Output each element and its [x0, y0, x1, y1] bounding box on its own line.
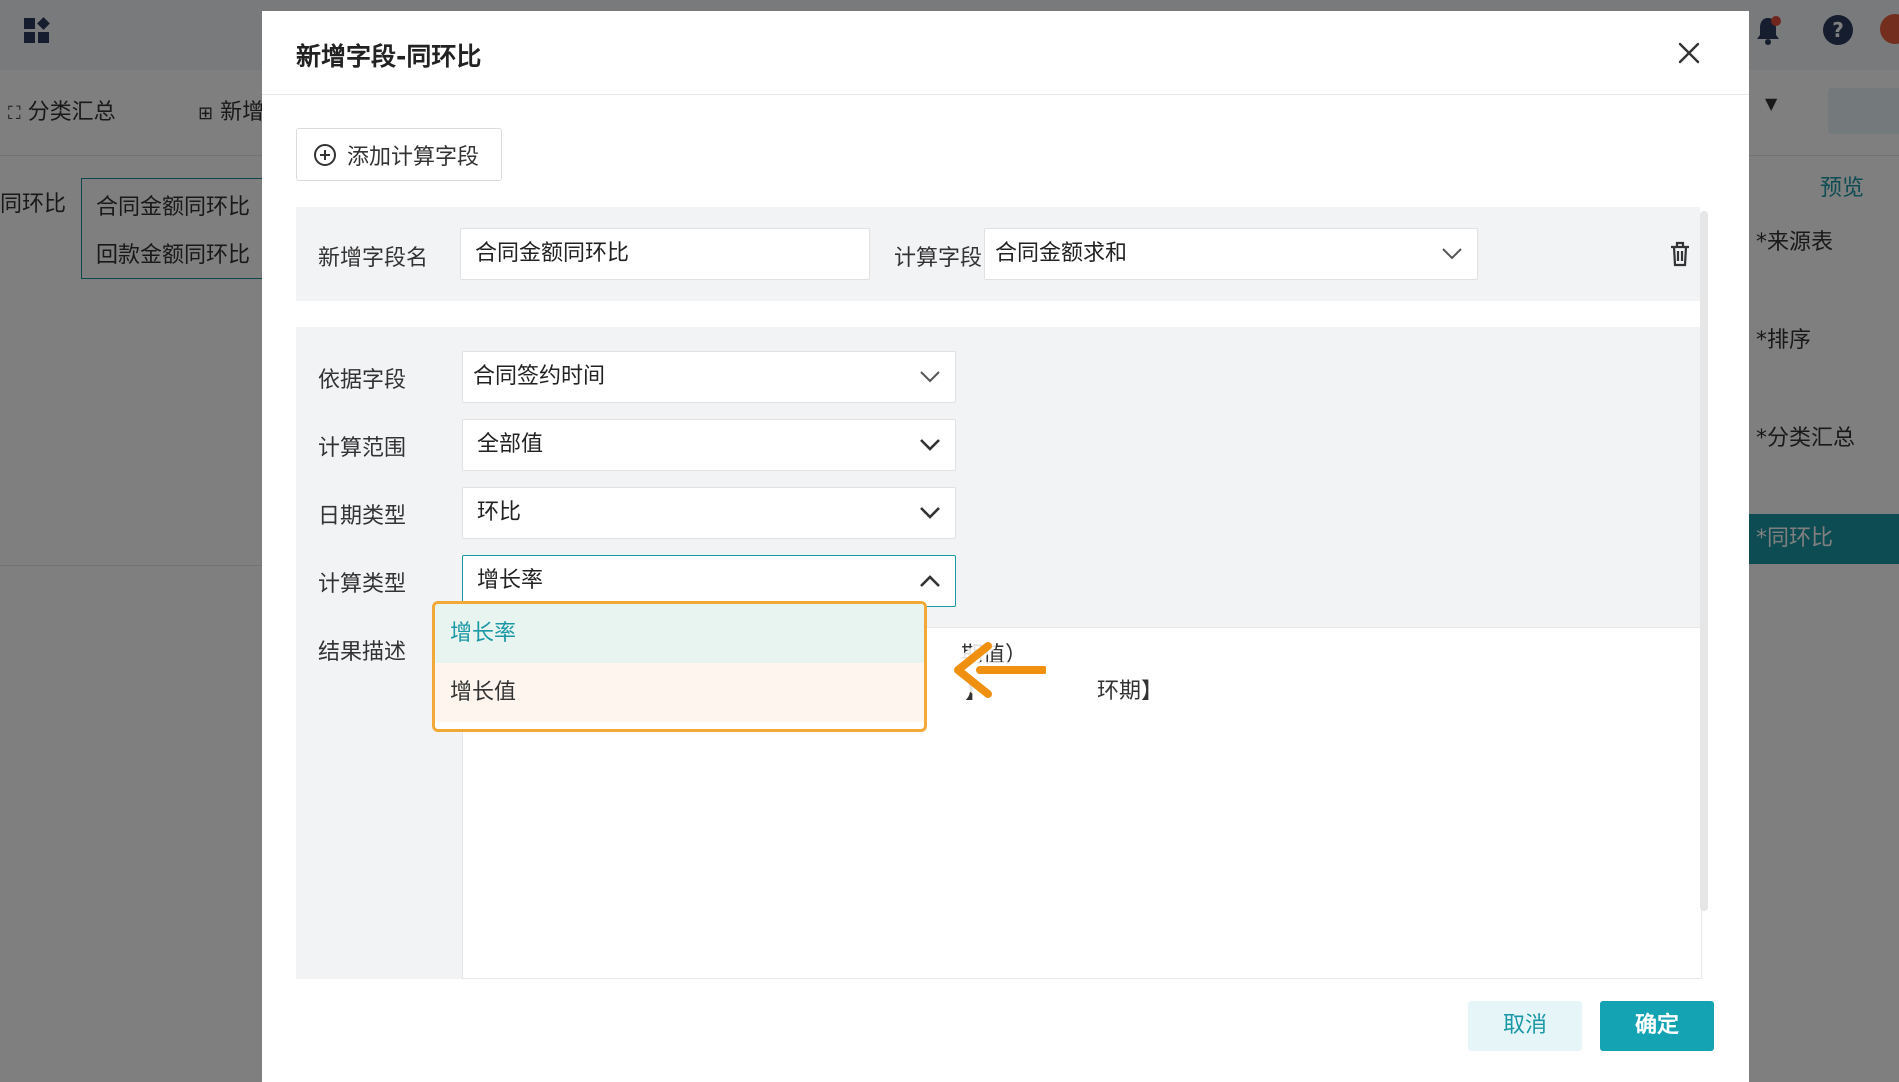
dialog-scrollbar[interactable]: [1700, 211, 1708, 911]
close-button[interactable]: [1671, 35, 1707, 71]
range-value: 全部值: [477, 432, 544, 457]
base-field-select[interactable]: 合同签约时间: [462, 351, 956, 403]
base-field-label: 依据字段: [318, 368, 407, 393]
chevron-down-icon: [920, 439, 940, 451]
dropdown-option-growth-value[interactable]: 增长值: [435, 663, 924, 722]
calc-field-value: 合同金额求和: [995, 241, 1128, 266]
base-field-value: 合同签约时间: [473, 364, 606, 389]
calc-type-label: 计算类型: [318, 572, 407, 597]
field-name-label: 新增字段名: [318, 246, 429, 271]
close-icon: [1678, 42, 1700, 64]
arrow-left-icon: [948, 636, 1046, 704]
plus-circle-icon: [314, 143, 336, 166]
date-type-select[interactable]: 环比: [462, 487, 956, 539]
calc-type-dropdown: 增长率 增长值: [432, 601, 927, 732]
add-field-dialog: 新增字段-同环比 添加计算字段 新增字段名 合同金额同环比 计算字段 合同金额求…: [262, 11, 1749, 1082]
add-calc-field-button[interactable]: 添加计算字段: [296, 128, 502, 181]
result-desc-label: 结果描述: [318, 640, 407, 665]
calc-field-select[interactable]: 合同金额求和: [984, 228, 1478, 280]
dialog-title: 新增字段-同环比: [296, 42, 482, 71]
chevron-up-icon: [920, 575, 940, 587]
range-select[interactable]: 全部值: [462, 419, 956, 471]
trash-icon[interactable]: [1668, 240, 1692, 268]
date-type-label: 日期类型: [318, 504, 407, 529]
chevron-down-icon: [920, 371, 940, 383]
field-name-input[interactable]: 合同金额同环比: [460, 228, 870, 280]
chevron-down-icon: [1442, 248, 1462, 260]
field-name-row: 新增字段名 合同金额同环比 计算字段 合同金额求和: [296, 207, 1700, 301]
dialog-header: 新增字段-同环比: [262, 11, 1749, 95]
date-type-value: 环比: [477, 500, 522, 525]
confirm-button[interactable]: 确定: [1600, 1001, 1714, 1051]
calc-type-select[interactable]: 增长率: [462, 555, 956, 607]
range-label: 计算范围: [318, 436, 407, 461]
add-calc-field-label: 添加计算字段: [347, 144, 480, 170]
dropdown-option-growth-rate[interactable]: 增长率: [435, 604, 924, 663]
calc-field-label: 计算字段: [894, 246, 983, 271]
calc-type-value: 增长率: [477, 568, 544, 593]
chevron-down-icon: [920, 507, 940, 519]
cancel-button[interactable]: 取消: [1468, 1001, 1582, 1051]
